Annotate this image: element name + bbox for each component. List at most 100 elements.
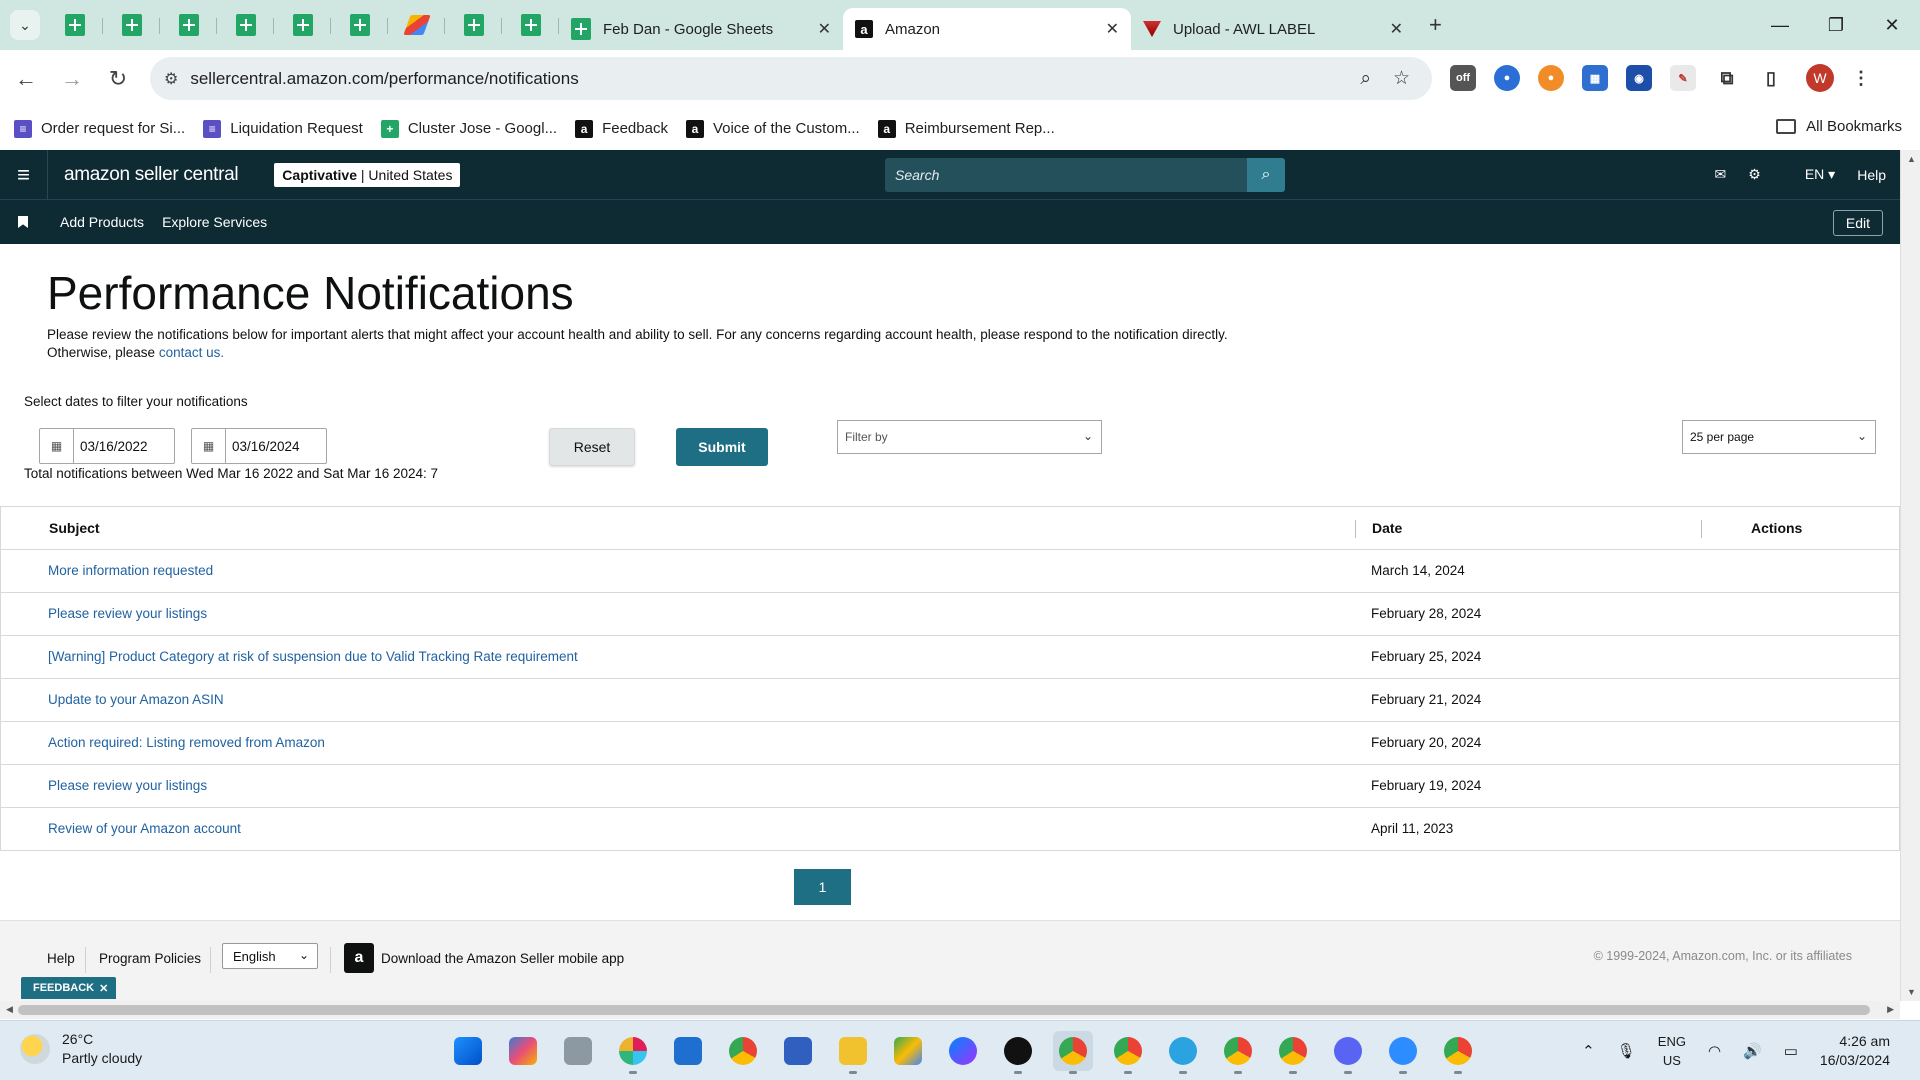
taskbar-app[interactable]: [833, 1031, 873, 1074]
calendar-icon[interactable]: ▦: [192, 429, 226, 463]
bookmark-item[interactable]: a Feedback: [575, 119, 668, 138]
restore-icon[interactable]: ❐: [1808, 0, 1864, 50]
taskbar-app[interactable]: [1383, 1031, 1423, 1074]
battery-icon[interactable]: ▭: [1784, 1042, 1798, 1060]
gear-icon[interactable]: ⚙: [1748, 166, 1761, 183]
amazon-app-icon[interactable]: a: [344, 943, 374, 973]
pinned-tab[interactable]: [502, 7, 559, 43]
subnav-add-products[interactable]: Add Products: [60, 214, 144, 230]
notification-subject-link[interactable]: Action required: Listing removed from Am…: [48, 735, 325, 750]
tab-awl-label[interactable]: Upload - AWL LABEL ✕: [1131, 8, 1415, 50]
download-app-link[interactable]: Download the Amazon Seller mobile app: [381, 951, 624, 966]
start-button[interactable]: [448, 1031, 488, 1071]
taskbar-app[interactable]: [558, 1031, 598, 1071]
scrollbar-thumb[interactable]: [18, 1005, 1870, 1015]
tab-google-sheets[interactable]: Feb Dan - Google Sheets ✕: [559, 8, 843, 50]
puzzle-icon[interactable]: ⧉: [1714, 65, 1740, 91]
pinned-tab[interactable]: [46, 7, 103, 43]
extension-icon[interactable]: ●: [1538, 65, 1564, 91]
notification-subject-link[interactable]: Review of your Amazon account: [48, 821, 241, 836]
pinned-tab[interactable]: [388, 7, 445, 43]
profile-avatar[interactable]: W: [1806, 64, 1834, 92]
pinned-tab[interactable]: [160, 7, 217, 43]
bookmark-item[interactable]: ≡ Order request for Si...: [14, 119, 185, 138]
pinned-tab[interactable]: [331, 7, 388, 43]
search-icon[interactable]: ⌕: [1247, 158, 1285, 192]
filter-by-select[interactable]: Filter by ⌄: [837, 420, 1102, 454]
end-date-value[interactable]: 03/16/2024: [226, 429, 326, 463]
footer-policies-link[interactable]: Program Policies: [99, 951, 201, 966]
horizontal-scrollbar[interactable]: ◀ ▶: [0, 1001, 1900, 1019]
taskbar-app[interactable]: [1053, 1031, 1093, 1074]
taskbar-app[interactable]: [613, 1031, 653, 1074]
menu-icon[interactable]: ⋮: [1848, 65, 1874, 91]
taskbar-app[interactable]: [503, 1031, 543, 1071]
reload-icon[interactable]: ↻: [98, 59, 138, 99]
pinned-tab[interactable]: [217, 7, 274, 43]
minimize-icon[interactable]: —: [1752, 0, 1808, 50]
pinned-tab[interactable]: [445, 7, 502, 43]
chart-extension-icon[interactable]: ▦: [1582, 65, 1608, 91]
forward-icon[interactable]: →: [52, 59, 92, 99]
taskbar-app[interactable]: [1273, 1031, 1313, 1074]
pinned-tab[interactable]: [103, 7, 160, 43]
close-icon[interactable]: ✕: [1106, 19, 1119, 39]
taskbar-app[interactable]: [1218, 1031, 1258, 1074]
bookmark-item[interactable]: a Voice of the Custom...: [685, 119, 860, 138]
page-1-button[interactable]: 1: [794, 869, 851, 905]
help-link[interactable]: Help: [1857, 167, 1886, 183]
extension-icon[interactable]: ✎: [1670, 65, 1696, 91]
taskbar-app[interactable]: [1328, 1031, 1368, 1074]
footer-language-select[interactable]: English ⌄: [222, 943, 318, 969]
all-bookmarks[interactable]: All Bookmarks: [1776, 118, 1902, 135]
hamburger-menu-icon[interactable]: ≡: [0, 150, 48, 199]
per-page-select[interactable]: 25 per page ⌄: [1682, 420, 1876, 454]
taskbar-app[interactable]: [723, 1031, 763, 1071]
taskbar-app[interactable]: [943, 1031, 983, 1071]
bookmark-item[interactable]: a Reimbursement Rep...: [877, 119, 1055, 138]
taskbar-app[interactable]: [778, 1031, 818, 1071]
zoom-icon[interactable]: ⌕: [1360, 68, 1371, 90]
notification-subject-link[interactable]: Update to your Amazon ASIN: [48, 692, 224, 707]
feedback-tab[interactable]: FEEDBACK ✕: [21, 977, 117, 999]
vertical-scrollbar[interactable]: ▲ ▼: [1900, 150, 1920, 1001]
wifi-icon[interactable]: ◠: [1708, 1042, 1721, 1060]
chevron-up-icon[interactable]: ⌃: [1582, 1042, 1595, 1060]
submit-button[interactable]: Submit: [676, 428, 768, 466]
scroll-up-icon[interactable]: ▲: [1907, 154, 1916, 164]
search-input[interactable]: Search: [885, 158, 1247, 192]
extension-icon[interactable]: ◉: [1626, 65, 1652, 91]
site-info-icon[interactable]: ⚙: [164, 69, 178, 89]
notification-subject-link[interactable]: More information requested: [48, 563, 213, 578]
header-date[interactable]: Date: [1371, 520, 1402, 536]
address-bar[interactable]: ⚙ sellercentral.amazon.com/performance/n…: [150, 57, 1432, 100]
scroll-down-icon[interactable]: ▼: [1907, 987, 1916, 997]
language-selector[interactable]: EN ▾: [1783, 166, 1835, 183]
contact-us-link[interactable]: contact us.: [159, 345, 224, 360]
bookmark-item[interactable]: ≡ Liquidation Request: [203, 119, 363, 138]
mail-icon[interactable]: ✉: [1715, 166, 1727, 183]
notification-subject-link[interactable]: Please review your listings: [48, 778, 207, 793]
new-tab-icon[interactable]: +: [1429, 12, 1442, 38]
header-subject[interactable]: Subject: [49, 520, 100, 536]
close-icon[interactable]: ✕: [99, 982, 108, 995]
input-language[interactable]: ENG US: [1658, 1032, 1686, 1070]
edit-button[interactable]: Edit: [1832, 210, 1883, 236]
bookmark-item[interactable]: + Cluster Jose - Googl...: [380, 119, 557, 138]
store-switcher[interactable]: Captivative | United States: [274, 162, 461, 187]
end-date-field[interactable]: ▦ 03/16/2024: [191, 428, 327, 464]
clock[interactable]: 4:26 am 16/03/2024: [1820, 1032, 1890, 1070]
start-date-field[interactable]: ▦ 03/16/2022: [39, 428, 175, 464]
side-panel-icon[interactable]: ▯: [1758, 65, 1784, 91]
taskbar-app[interactable]: [1438, 1031, 1478, 1074]
close-window-icon[interactable]: ✕: [1864, 0, 1920, 50]
taskbar-app[interactable]: [998, 1031, 1038, 1074]
star-icon[interactable]: ☆: [1393, 67, 1410, 90]
calendar-icon[interactable]: ▦: [40, 429, 74, 463]
pinned-tab[interactable]: [274, 7, 331, 43]
taskbar-app[interactable]: [888, 1031, 928, 1071]
back-icon[interactable]: ←: [6, 59, 46, 99]
start-date-value[interactable]: 03/16/2022: [74, 429, 174, 463]
extension-icon[interactable]: ●: [1494, 65, 1520, 91]
taskbar-app[interactable]: [668, 1031, 708, 1071]
